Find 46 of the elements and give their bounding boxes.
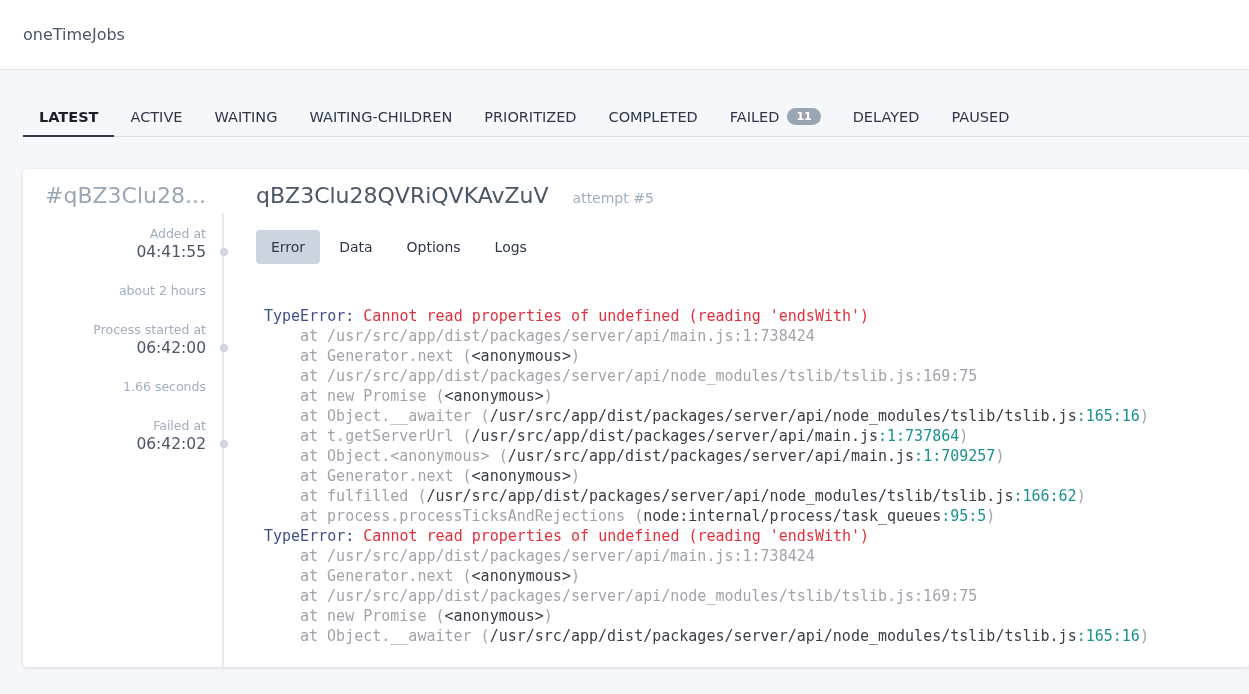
stack-frame: at /usr/src/app/dist/packages/server/api/node_modules/tslib/tslib.js:169:75 [264, 586, 1249, 606]
stack-frame: at Generator.next (<anonymous>) [264, 346, 1249, 366]
status-tab[interactable]: PRIORITIZED [468, 108, 593, 137]
stack-frame: at /usr/src/app/dist/packages/server/api/main.js:1:738424 [264, 546, 1249, 566]
stack-frame: at new Promise (<anonymous>) [264, 606, 1249, 626]
attempt-label: attempt #5 [572, 190, 654, 206]
status-tab[interactable]: WAITING-CHILDREN [293, 108, 469, 137]
stack-frame: at Object.__awaiter (/usr/src/app/dist/packages/server/api/node_modules/tslib/tslib.js:165:16) [264, 406, 1249, 426]
error-message: TypeError: Cannot read properties of undefined (reading 'endsWith') [264, 526, 871, 546]
timeline-dot [220, 344, 228, 352]
duration-label: 1.66 seconds [123, 379, 206, 394]
event-time: 06:42:00 [136, 339, 206, 357]
timeline-dot [220, 440, 228, 448]
stack-frame: at Generator.next (<anonymous>) [264, 566, 1249, 586]
stack-frame: at fulfilled (/usr/src/app/dist/packages/server/api/node_modules/tslib/tslib.js:166:62) [264, 486, 1249, 506]
status-tab[interactable]: DELAYED [836, 108, 936, 137]
stack-frame: at /usr/src/app/dist/packages/server/api/node_modules/tslib/tslib.js:169:75 [264, 366, 1249, 386]
stack-frame: at Object.__awaiter (/usr/src/app/dist/packages/server/api/node_modules/tslib/tslib.js:165:16) [264, 626, 1249, 646]
detail-tab[interactable]: Logs [479, 230, 542, 264]
stack-frame: at process.processTicksAndRejections (node:internal/process/task_queues:95:5) [264, 506, 1249, 526]
stack-frame: at t.getServerUrl (/usr/src/app/dist/packages/server/api/main.js:1:737864) [264, 426, 1249, 446]
detail-tab[interactable]: Data [324, 230, 388, 264]
duration-label: about 2 hours [118, 283, 206, 298]
stack-frame: at new Promise (<anonymous>) [264, 386, 1249, 406]
stack-frame: at Object.<anonymous> (/usr/src/app/dist/packages/server/api/main.js:1:709257) [264, 446, 1249, 466]
timeline-dot [220, 248, 228, 256]
detail-tab[interactable]: Error [256, 230, 321, 264]
event-label: Added at [149, 226, 206, 241]
count-badge: 11 [787, 108, 821, 125]
stack-frame: at Generator.next (<anonymous>) [264, 466, 1249, 486]
status-tab[interactable]: WAITING [198, 108, 294, 137]
status-tab[interactable]: LATEST [23, 108, 115, 137]
status-tab[interactable]: COMPLETED [592, 108, 714, 137]
app-title: oneTimeJobs [23, 25, 125, 44]
job-short-id: #qBZ3Clu28... [45, 183, 206, 208]
status-tab[interactable]: PAUSED [935, 108, 1026, 137]
detail-tab[interactable]: Options [391, 230, 476, 264]
status-tab[interactable]: ACTIVE [114, 108, 199, 137]
status-tab[interactable]: FAILED 11 [713, 108, 837, 137]
event-label: Process started at [93, 322, 206, 337]
event-time: 06:42:02 [136, 435, 206, 453]
job-id: qBZ3Clu28QVRiQVKAvZuV [256, 183, 549, 208]
event-label: Failed at [153, 418, 206, 433]
event-time: 04:41:55 [136, 243, 206, 261]
error-message: TypeError: Cannot read properties of undefined (reading 'endsWith') [264, 306, 871, 326]
stack-frame: at /usr/src/app/dist/packages/server/api/main.js:1:738424 [264, 326, 1249, 346]
